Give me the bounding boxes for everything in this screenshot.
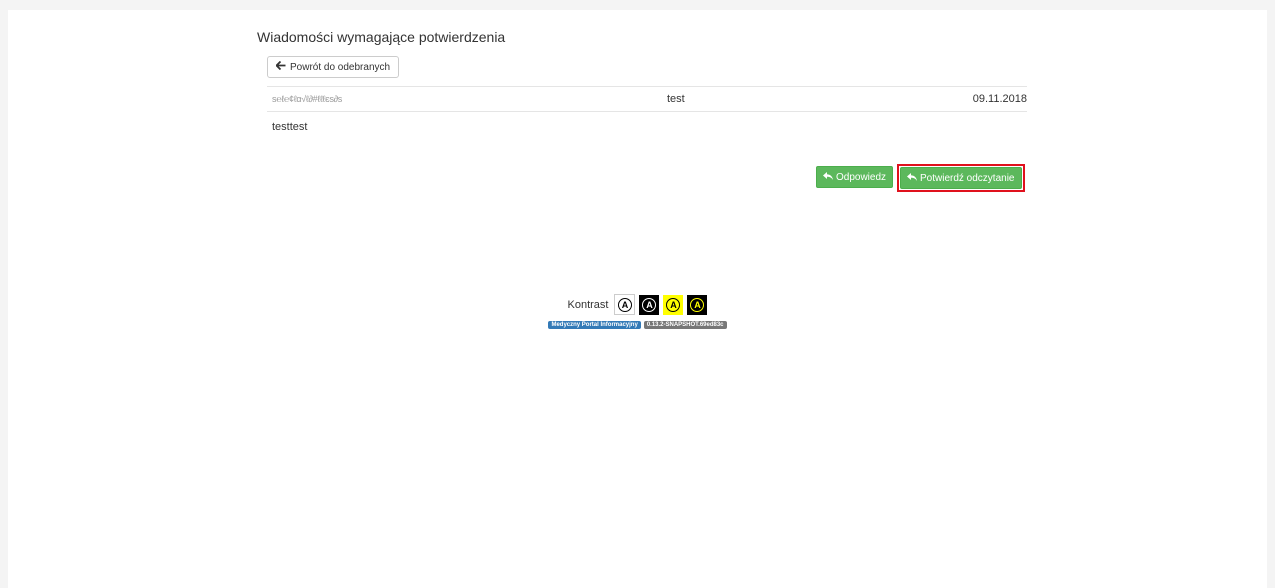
- page-container: Wiadomości wymagające potwierdzenia Powr…: [8, 10, 1267, 588]
- portal-name-badge: Medyczny Portal Informacyjny: [548, 321, 641, 329]
- contrast-a-icon: A: [666, 297, 681, 312]
- message-subject: test: [667, 93, 685, 105]
- confirm-read-button-label: Potwierdź odczytanie: [920, 172, 1015, 184]
- arrow-left-icon: [275, 60, 286, 73]
- contrast-a-icon: A: [642, 297, 657, 312]
- confirm-read-highlight: Potwierdź odczytanie: [897, 164, 1025, 192]
- contrast-a-icon: A: [617, 297, 632, 312]
- contrast-switcher: Kontrast A A A A: [568, 294, 708, 315]
- footer: Kontrast A A A A Medyczny Portal Informa…: [8, 294, 1267, 329]
- reply-button[interactable]: Odpowiedz: [816, 166, 894, 188]
- contrast-black-on-yellow-button[interactable]: A: [663, 294, 684, 315]
- contrast-a-icon: A: [690, 297, 705, 312]
- message-body: testtest: [272, 121, 308, 133]
- reply-icon: [907, 172, 917, 184]
- contrast-default-button[interactable]: A: [614, 294, 636, 315]
- contrast-white-on-black-button[interactable]: A: [639, 294, 660, 315]
- page-title: Wiadomości wymagające potwierdzenia: [257, 29, 506, 45]
- back-to-inbox-button[interactable]: Powrót do odebranych: [267, 56, 400, 78]
- version-badge: 0.13.2-SNAPSHOT.69ed83c: [643, 321, 727, 329]
- reply-icon: [823, 171, 833, 183]
- confirm-read-button[interactable]: Potwierdź odczytanie: [900, 167, 1022, 189]
- message-date: 09.11.2018: [972, 93, 1027, 105]
- reply-button-label: Odpowiedz: [836, 171, 887, 183]
- contrast-yellow-on-black-button[interactable]: A: [687, 294, 708, 315]
- contrast-label: Kontrast: [567, 298, 609, 311]
- message-sender: ѕ℮ℓ℮¢ℓα√ℓ∂#ℓℓℓєѕ∂ѕ: [272, 94, 342, 104]
- message-header-row: ѕ℮ℓ℮¢ℓα√ℓ∂#ℓℓℓєѕ∂ѕ test 09.11.2018: [267, 86, 1027, 112]
- back-button-label: Powrót do odebranych: [290, 61, 391, 73]
- version-badges: Medyczny Portal Informacyjny 0.13.2-SNAP…: [8, 321, 1267, 329]
